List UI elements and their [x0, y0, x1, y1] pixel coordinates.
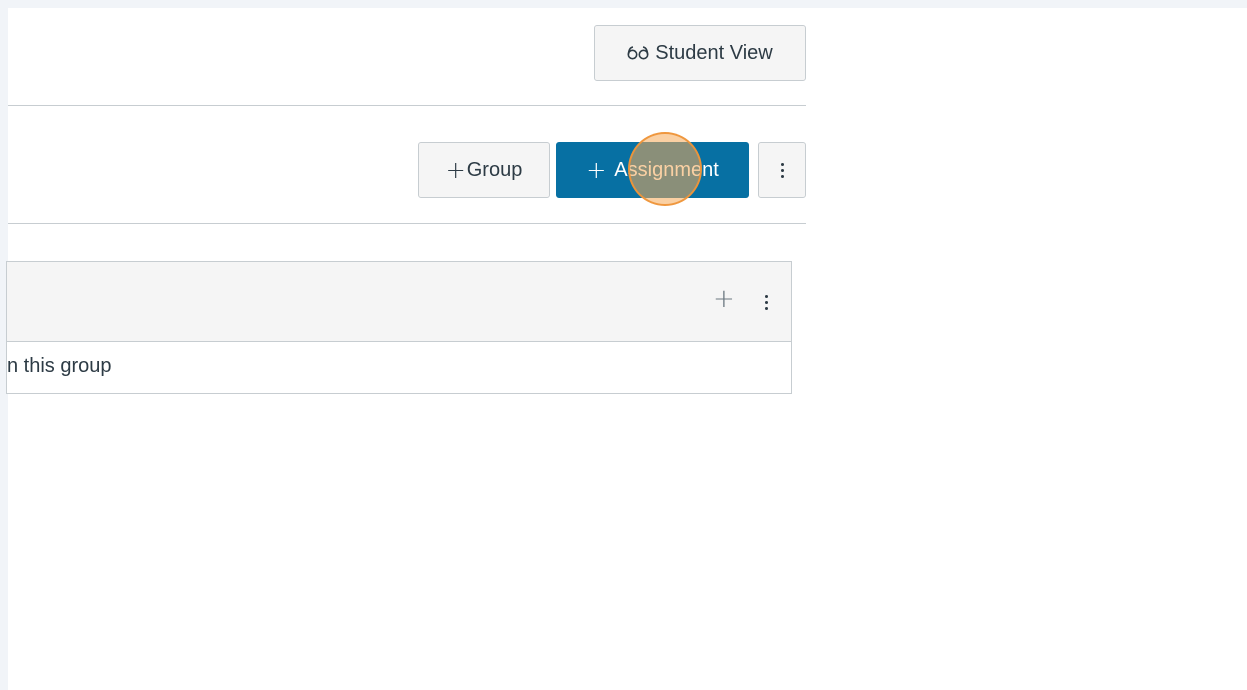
assignment-group: + n this group	[6, 261, 792, 394]
add-group-button[interactable]: + Group	[418, 142, 550, 198]
group-options-icon[interactable]	[759, 290, 773, 314]
add-assignment-label: Assignment	[614, 158, 719, 181]
plus-icon: +	[445, 156, 466, 184]
kebab-menu-icon	[780, 162, 784, 178]
student-view-button[interactable]: Student View	[594, 25, 806, 81]
more-options-button[interactable]	[758, 142, 806, 198]
assignment-group-header: +	[7, 262, 791, 342]
student-view-label: Student View	[655, 41, 773, 64]
plus-icon: +	[586, 156, 607, 184]
add-assignment-button[interactable]: + Assignment	[556, 142, 749, 198]
add-group-label: Group	[466, 158, 523, 181]
empty-group-message: n this group	[7, 355, 112, 377]
assignments-page: Student View + Group + Assignment + n th…	[6, 8, 1247, 690]
glasses-icon	[627, 46, 649, 60]
toolbar-divider	[8, 223, 806, 224]
add-to-group-icon[interactable]: +	[713, 284, 735, 314]
header-divider	[8, 105, 806, 106]
